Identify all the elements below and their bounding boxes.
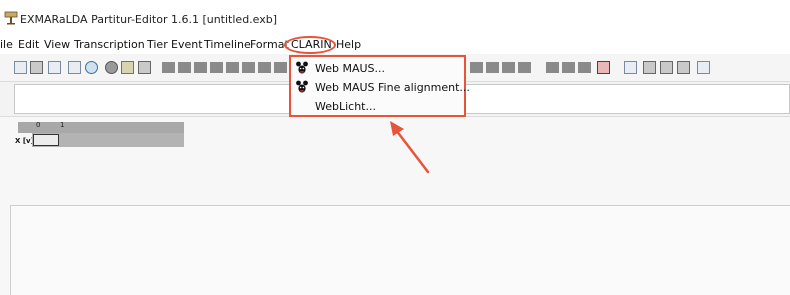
open-file-icon[interactable]: [30, 61, 43, 74]
menu-help[interactable]: Help: [336, 38, 361, 51]
properties-icon[interactable]: [85, 61, 98, 74]
menu-timeline[interactable]: Timeline: [204, 38, 251, 51]
edit-icon[interactable]: [138, 61, 151, 74]
menu-file[interactable]: ile: [0, 38, 13, 51]
tier-tool-8-icon[interactable]: [274, 62, 287, 73]
title-bar: EXMARaLDA Partitur-Editor 1.6.1 [untitle…: [0, 0, 790, 34]
menu-item-label: Web MAUS Fine alignment...: [315, 81, 470, 94]
timeline-tool-3-icon[interactable]: [502, 62, 515, 73]
timeline-tool-4-icon[interactable]: [518, 62, 531, 73]
menu-item-web-maus-fine-alignment[interactable]: Web MAUS Fine alignment...: [291, 78, 470, 96]
event-cell[interactable]: [33, 134, 59, 146]
tier-tool-2-icon[interactable]: [178, 62, 191, 73]
maus-icon: [296, 61, 308, 74]
view-tool-1-icon[interactable]: [643, 61, 656, 74]
underline-icon[interactable]: [697, 61, 710, 74]
search-icon[interactable]: [624, 61, 637, 74]
speaker-icon[interactable]: [121, 61, 134, 74]
event-tool-3-icon[interactable]: [578, 62, 591, 73]
menu-event[interactable]: Event: [171, 38, 203, 51]
delete-event-icon[interactable]: [597, 61, 610, 74]
maus-icon: [296, 80, 308, 93]
tier-tool-7-icon[interactable]: [258, 62, 271, 73]
clarin-menu: Web MAUS... Web MAUS Fine alignment... W…: [289, 55, 470, 117]
lower-panel: [10, 205, 790, 295]
timeline-tool-2-icon[interactable]: [486, 62, 499, 73]
save-icon[interactable]: [48, 61, 61, 74]
tier-tool-6-icon[interactable]: [242, 62, 255, 73]
tier-tool-4-icon[interactable]: [210, 62, 223, 73]
menu-item-label: WebLicht...: [315, 100, 376, 113]
menu-item-label: Web MAUS...: [315, 62, 386, 75]
menu-format[interactable]: Format: [250, 38, 289, 51]
view-tool-3-icon[interactable]: [677, 61, 690, 74]
ruler-tick-label: 1: [60, 121, 65, 129]
menu-clarin[interactable]: CLARIN: [291, 38, 332, 51]
menu-tier[interactable]: Tier: [147, 38, 168, 51]
timeline-ruler[interactable]: [18, 122, 184, 133]
menu-transcription[interactable]: Transcription: [74, 38, 145, 51]
tier-label[interactable]: X [v]: [15, 137, 34, 145]
exmaralda-app-icon: [4, 11, 18, 25]
menu-item-web-maus[interactable]: Web MAUS...: [291, 59, 464, 77]
print-icon[interactable]: [68, 61, 81, 74]
event-tool-1-icon[interactable]: [546, 62, 559, 73]
new-file-icon[interactable]: [14, 61, 27, 74]
event-tool-2-icon[interactable]: [562, 62, 575, 73]
ruler-tick-label: 0: [36, 121, 41, 129]
tier-tool-1-icon[interactable]: [162, 62, 175, 73]
menu-item-weblicht[interactable]: WebLicht...: [291, 97, 464, 115]
timeline-tool-1-icon[interactable]: [470, 62, 483, 73]
view-tool-2-icon[interactable]: [660, 61, 673, 74]
menu-bar: ile Edit View Transcription Tier Event T…: [0, 34, 790, 54]
tier-tool-3-icon[interactable]: [194, 62, 207, 73]
menu-view[interactable]: View: [44, 38, 70, 51]
record-icon[interactable]: [105, 61, 118, 74]
tier-tool-5-icon[interactable]: [226, 62, 239, 73]
window-title: EXMARaLDA Partitur-Editor 1.6.1 [untitle…: [20, 13, 278, 26]
menu-edit[interactable]: Edit: [18, 38, 39, 51]
